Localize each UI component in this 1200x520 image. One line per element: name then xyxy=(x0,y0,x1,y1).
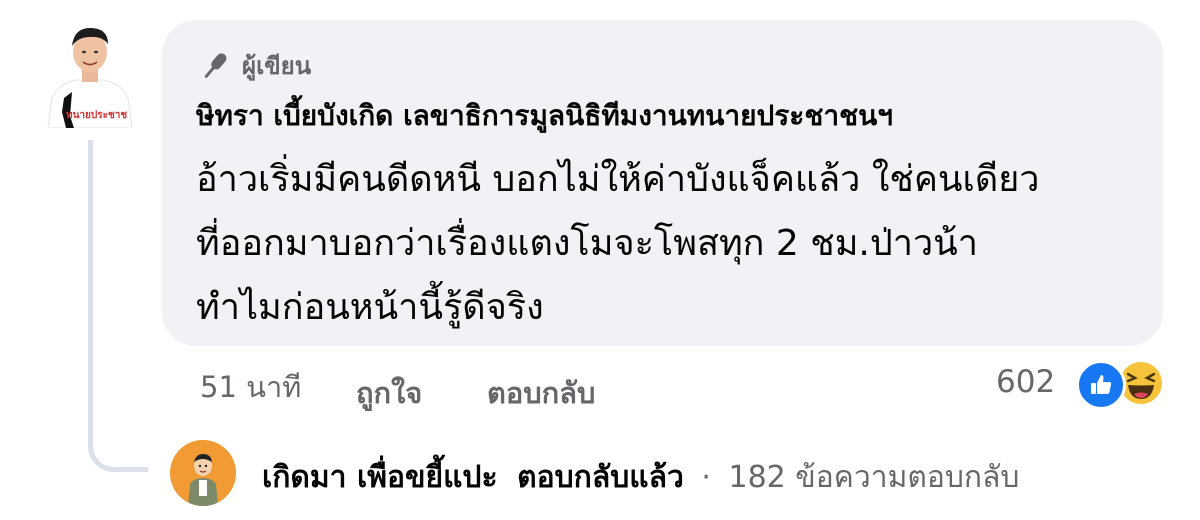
comment-author-name[interactable]: ษิทรา เบี้ยบังเกิด เลขาธิการมูลนิธิทีมงา… xyxy=(196,94,893,138)
reply-author-avatar[interactable] xyxy=(170,440,236,506)
comment-text: อ้าวเริ่มมีคนดีดหนี บอกไม่ให้ค่าบังแจ็คแ… xyxy=(196,148,1146,340)
reply-author-name: เกิดมา เพื่อขยี้แปะ xyxy=(262,460,498,495)
reply-count: 182 ข้อความตอบกลับ xyxy=(728,460,1020,495)
cartoon-avatar-icon xyxy=(170,440,236,506)
comment-line: อ้าวเริ่มมีคนดีดหนี บอกไม่ให้ค่าบังแจ็คแ… xyxy=(196,159,1040,200)
comment-line: ทำไมก่อนหน้านี้รู้ดีจริง xyxy=(196,287,544,328)
author-badge: ผู้เขียน xyxy=(198,46,311,85)
reply-verb: ตอบกลับแล้ว xyxy=(517,460,684,495)
like-button[interactable]: ถูกใจ xyxy=(356,370,422,416)
thread-connector xyxy=(88,140,148,472)
separator-dot: · xyxy=(701,460,711,495)
microphone-icon xyxy=(204,52,227,78)
avatar-shirt-text: ทนายประชาช xyxy=(66,110,128,121)
commenter-avatar[interactable]: ทนายประชาช xyxy=(44,20,136,128)
author-badge-label: ผู้เขียน xyxy=(242,52,312,80)
view-replies-link[interactable]: เกิดมา เพื่อขยี้แปะ ตอบกลับแล้ว · 182 ข้… xyxy=(262,454,1019,501)
comment-line: ที่ออกมาบอกว่าเรื่องแตงโมจะโพสทุก 2 ชม.ป… xyxy=(196,223,978,264)
comment-timestamp[interactable]: 51 นาที xyxy=(200,364,301,410)
comment-bubble: ผู้เขียน ษิทรา เบี้ยบังเกิด เลขาธิการมูล… xyxy=(162,20,1163,346)
reply-button[interactable]: ตอบกลับ xyxy=(487,370,595,416)
like-icon xyxy=(1076,360,1126,410)
reaction-summary[interactable] xyxy=(1076,358,1172,410)
reaction-count[interactable]: 602 xyxy=(996,364,1055,400)
